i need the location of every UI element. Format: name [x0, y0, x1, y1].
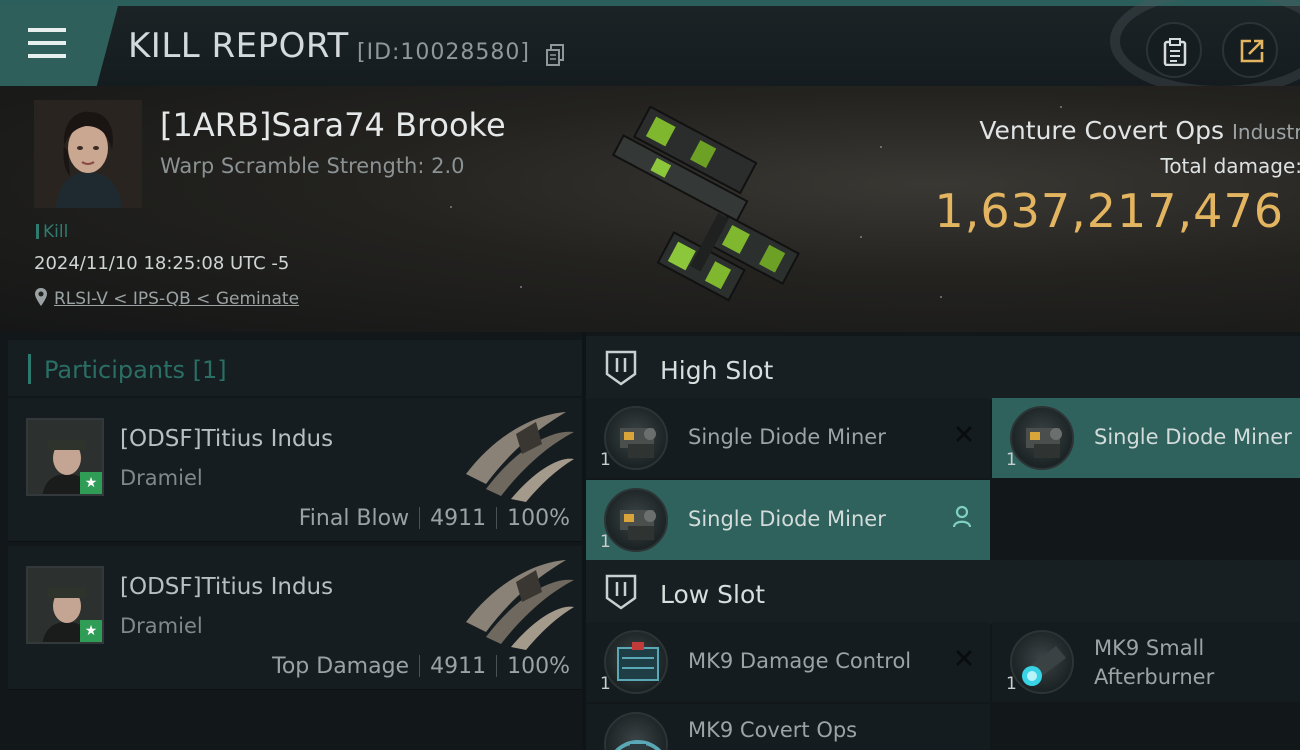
participant-ship-image	[466, 412, 574, 502]
module-quantity: 1	[600, 674, 611, 694]
report-id: [ID:10028580]	[357, 40, 530, 65]
miner-module-icon	[604, 406, 668, 470]
ship-class-text: Industri	[1232, 120, 1300, 144]
participant-ship: Dramiel	[120, 466, 203, 490]
slot-shield-icon	[605, 574, 637, 610]
participant-portrait: ★	[26, 566, 104, 644]
clipboard-button[interactable]	[1146, 22, 1202, 78]
victim-banner: [1ARB]Sara74 Brooke Warp Scramble Streng…	[0, 86, 1300, 332]
participants-title-text: Participants	[44, 356, 185, 384]
module-quantity: 1	[1006, 450, 1017, 470]
afterburner-module-icon	[1010, 630, 1074, 694]
menu-button[interactable]	[0, 6, 118, 86]
module-item[interactable]: 1 Single Diode Miner	[586, 480, 990, 560]
hamburger-menu-icon	[28, 28, 66, 58]
ship-name-text: Venture Covert Ops	[979, 116, 1224, 145]
participant-percent: 100%	[507, 654, 570, 679]
low-slot-header: Low Slot	[586, 560, 1300, 624]
participant-name: [ODSF]Titius Indus	[120, 574, 334, 600]
victim-portrait[interactable]	[34, 100, 142, 208]
kill-tag: Kill	[36, 222, 68, 242]
participants-panel: Participants [1] ★ [ODSF]Titius Indus Dr…	[0, 332, 582, 750]
victim-ship-name[interactable]: Venture Covert Ops Industri	[979, 116, 1300, 145]
module-name: MK9 Damage Control	[688, 649, 912, 673]
module-item[interactable]: 1 MK9 Damage Control	[586, 622, 990, 702]
high-slot-title: High Slot	[660, 356, 774, 385]
module-name: MK9 Covert Ops	[688, 718, 858, 742]
share-button[interactable]	[1222, 22, 1278, 78]
module-quantity: 1	[600, 532, 611, 552]
participant-row[interactable]: ★ [ODSF]Titius Indus Dramiel Top Damage 4…	[8, 546, 582, 690]
total-damage-value: 1,637,217,476	[934, 184, 1284, 238]
kill-timestamp: 2024/11/10 18:25:08 UTC -5	[34, 253, 290, 274]
participant-damage: 4911	[430, 654, 487, 679]
participant-ship-image	[466, 560, 574, 650]
location-pin-icon	[35, 288, 47, 306]
participant-role: Top Damage	[272, 654, 410, 679]
clipboard-icon	[1163, 38, 1187, 66]
warp-scramble-strength: Warp Scramble Strength: 2.0	[160, 154, 465, 178]
module-item[interactable]: MK9 Covert Ops	[586, 704, 990, 750]
high-slot-header: High Slot	[586, 336, 1300, 400]
slot-shield-icon	[605, 350, 637, 386]
final-blow-star-icon: ★	[80, 472, 102, 494]
header-bar: KILL REPORT [ID:10028580]	[0, 0, 1300, 96]
miner-module-icon	[1010, 406, 1074, 470]
participant-role: Final Blow	[298, 506, 410, 531]
pilot-icon	[952, 505, 972, 528]
participant-stats: Final Blow 4911 100%	[299, 506, 570, 531]
page-title: KILL REPORT	[128, 26, 349, 66]
victim-name[interactable]: [1ARB]Sara74 Brooke	[160, 106, 506, 144]
destroyed-x-icon	[955, 425, 973, 443]
total-damage-label: Total damage:	[1160, 154, 1300, 178]
participant-ship: Dramiel	[120, 614, 203, 638]
module-quantity: 1	[600, 450, 611, 470]
participants-count: [1]	[192, 356, 227, 384]
participant-portrait: ★	[26, 418, 104, 496]
location-link[interactable]: RLSI-V < IPS-QB < Geminate	[34, 287, 299, 309]
victim-ship-image	[611, 106, 800, 302]
participant-row[interactable]: ★ [ODSF]Titius Indus Dramiel Final Blow 4…	[8, 398, 582, 542]
participant-stats: Top Damage 4911 100%	[272, 654, 570, 679]
module-name: Single Diode Miner	[688, 425, 886, 449]
participant-name: [ODSF]Titius Indus	[120, 426, 334, 452]
location-text: RLSI-V < IPS-QB < Geminate	[54, 289, 300, 309]
module-item[interactable]: 1 MK9 Small Afterburner	[992, 622, 1300, 702]
module-quantity: 1	[1006, 674, 1017, 694]
copy-icon[interactable]	[546, 44, 564, 66]
miner-module-icon	[604, 488, 668, 552]
module-item[interactable]: 1 Single Diode Miner	[586, 398, 990, 478]
top-damage-star-icon: ★	[80, 620, 102, 642]
module-item[interactable]: 1 Single Diode Miner	[992, 398, 1300, 478]
participant-damage: 4911	[430, 506, 487, 531]
participant-percent: 100%	[507, 506, 570, 531]
damage-control-module-icon	[604, 630, 668, 694]
module-name: Single Diode Miner	[688, 507, 886, 531]
module-name: Single Diode Miner	[1094, 425, 1292, 449]
share-icon	[1240, 39, 1264, 63]
destroyed-x-icon	[955, 649, 973, 667]
participants-header: Participants [1]	[8, 340, 582, 396]
fitting-panel: High Slot 1 Single Diode Miner 1 Single …	[586, 332, 1300, 750]
covert-ops-module-icon	[604, 712, 668, 750]
low-slot-title: Low Slot	[660, 580, 766, 609]
participants-title: Participants [1]	[44, 356, 227, 384]
module-name: MK9 Small Afterburner	[1094, 636, 1215, 689]
